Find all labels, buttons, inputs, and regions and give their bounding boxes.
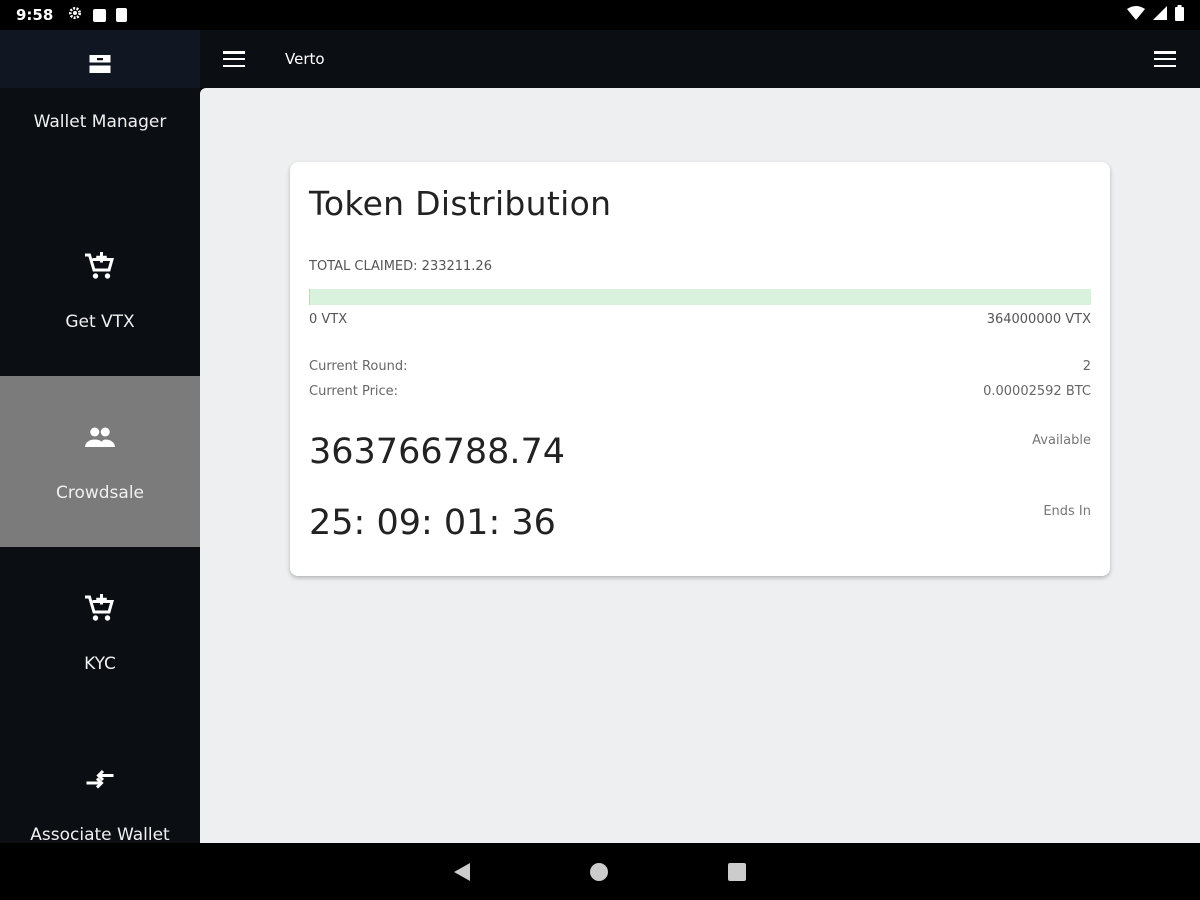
- sidebar-item-label: Associate Wallet: [30, 825, 170, 843]
- app-toolbar: Verto: [200, 30, 1200, 88]
- wifi-icon: [1127, 6, 1145, 24]
- token-distribution-card: Token Distribution TOTAL CLAIMED: 233211…: [290, 162, 1110, 576]
- sidebar-item-label: Wallet Manager: [33, 112, 167, 132]
- app-title: Verto: [285, 50, 325, 68]
- card-title: Token Distribution: [309, 184, 612, 223]
- add-cart-icon: [82, 591, 118, 632]
- sidebar-item-crowdsale[interactable]: Crowdsale: [0, 376, 200, 547]
- total-claimed: TOTAL CLAIMED: 233211.26: [309, 259, 492, 274]
- current-price-value: 0.00002592 BTC: [983, 384, 1091, 399]
- sidebar-item-label: Get VTX: [65, 312, 135, 332]
- settings-icon: [67, 5, 83, 25]
- system-navigation-bar: [0, 843, 1200, 900]
- range-max: 364000000 VTX: [986, 312, 1091, 327]
- menu-icon[interactable]: [223, 51, 245, 67]
- sidebar: Wallet Manager Get VTX Crowdsale KYC Ass…: [0, 30, 200, 843]
- sidebar-item-label: KYC: [84, 654, 116, 674]
- home-icon[interactable]: [590, 862, 608, 881]
- sidebar-item-wallet-manager[interactable]: Wallet Manager: [0, 30, 200, 176]
- overflow-menu-icon[interactable]: [1154, 51, 1176, 67]
- battery-icon: [1175, 5, 1184, 25]
- available-label: Available: [1032, 433, 1091, 448]
- current-price-label: Current Price:: [309, 384, 399, 399]
- status-bar: 9:58: [0, 0, 1200, 30]
- ends-in-countdown: 25: 09: 01: 36: [309, 503, 556, 543]
- signal-icon: [1153, 6, 1167, 24]
- sidebar-item-get-vtx[interactable]: Get VTX: [0, 205, 200, 376]
- back-icon[interactable]: [454, 862, 470, 881]
- sidebar-item-associate-wallet[interactable]: Associate Wallet: [0, 718, 200, 843]
- current-round-value: 2: [1082, 359, 1091, 374]
- range-min: 0 VTX: [309, 312, 348, 327]
- wallet-icon: [82, 49, 118, 90]
- add-cart-icon: [82, 249, 118, 290]
- status-time: 9:58: [16, 6, 54, 24]
- sidebar-item-kyc[interactable]: KYC: [0, 547, 200, 718]
- notification-icon: [93, 8, 107, 22]
- distribution-progress-bar: [309, 289, 1091, 305]
- swap-arrows-icon: [82, 762, 118, 803]
- main-content: Token Distribution TOTAL CLAIMED: 233211…: [200, 88, 1200, 843]
- people-icon: [82, 420, 118, 461]
- available-amount: 363766788.74: [309, 432, 566, 472]
- progress-fill: [309, 289, 310, 305]
- current-round-label: Current Round:: [309, 359, 408, 374]
- sd-card-icon: [116, 8, 128, 22]
- sidebar-item-label: Crowdsale: [55, 483, 145, 503]
- recents-icon[interactable]: [728, 862, 746, 881]
- ends-in-label: Ends In: [1043, 504, 1091, 519]
